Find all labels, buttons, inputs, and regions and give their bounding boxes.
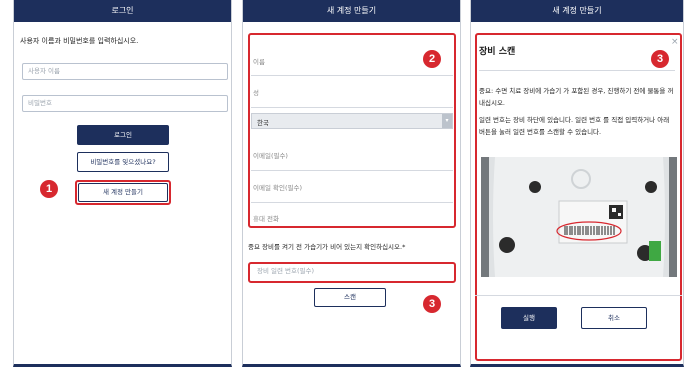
humidifier-warning: 중요: 수면 치료 장비에 가습기 가 포함된 경우, 진행하기 전에 물통을 … (479, 87, 674, 107)
country-select-value: 한국 (257, 119, 269, 127)
screen-header: 새 계정 만들기 (243, 0, 460, 22)
serial-location-text: 일련 번호는 장비 하단에 있습니다. 일련 번호 를 직접 입력하거나 아래 … (479, 116, 670, 136)
humidifier-notice: 중요 장비를 켜기 전 가습기가 비어 있는지 확인하십시오.* (248, 243, 406, 251)
step-marker-3: 3 (423, 295, 441, 313)
cancel-button[interactable]: 취소 (581, 307, 647, 329)
run-button[interactable]: 실행 (501, 307, 557, 329)
password-input[interactable]: 비밀번호 (22, 95, 228, 112)
forgot-password-button[interactable]: 비밀번호를 잊으셨나요? (77, 152, 169, 172)
device-illustration (481, 157, 677, 277)
country-select[interactable]: 한국 ▾ (251, 113, 453, 129)
screen-header: 로그인 (14, 0, 231, 22)
step-marker-3: 3 (651, 50, 669, 68)
field-divider (251, 75, 453, 76)
serial-number-input[interactable]: 장비 일련 번호(필수) (252, 264, 452, 280)
device-bottom-photo (481, 157, 677, 277)
create-account-button[interactable]: 새 계정 만들기 (78, 183, 168, 202)
mobile-phone-field[interactable]: 휴대 전화 (253, 213, 279, 223)
dialog-divider (479, 70, 675, 71)
login-screen: 로그인 사용자 이름과 비밀번호를 입력하십시오. 사용자 이름 비밀번호 로그… (13, 0, 232, 367)
dialog-divider (475, 295, 682, 296)
email-field[interactable]: 이메일(필수) (253, 150, 288, 160)
dialog-title: 장비 스캔 (479, 47, 516, 57)
step-marker-2: 2 (423, 50, 441, 68)
last-name-field[interactable]: 성 (253, 87, 259, 97)
scan-button[interactable]: 스캔 (314, 288, 386, 307)
field-divider (251, 107, 453, 108)
screen-header: 새 계정 만들기 (471, 0, 683, 22)
create-account-screen: 새 계정 만들기 이름 성 한국 ▾ 이메일(필수) 이메일 확인(필수) 휴대… (242, 0, 461, 367)
field-divider (251, 202, 453, 203)
login-button[interactable]: 로그인 (77, 125, 169, 145)
close-icon[interactable]: × (671, 37, 679, 47)
scan-device-screen: 새 계정 만들기 장비 스캔 × 3 중요: 수면 치료 장비에 가습기 가 포… (470, 0, 684, 367)
username-input[interactable]: 사용자 이름 (22, 63, 228, 80)
email-confirm-field[interactable]: 이메일 확인(필수) (253, 182, 302, 192)
first-name-field[interactable]: 이름 (253, 56, 265, 66)
chevron-down-icon: ▾ (442, 114, 452, 128)
field-divider (251, 170, 453, 171)
login-instruction: 사용자 이름과 비밀번호를 입력하십시오. (20, 37, 139, 45)
step-marker-1: 1 (40, 180, 58, 198)
